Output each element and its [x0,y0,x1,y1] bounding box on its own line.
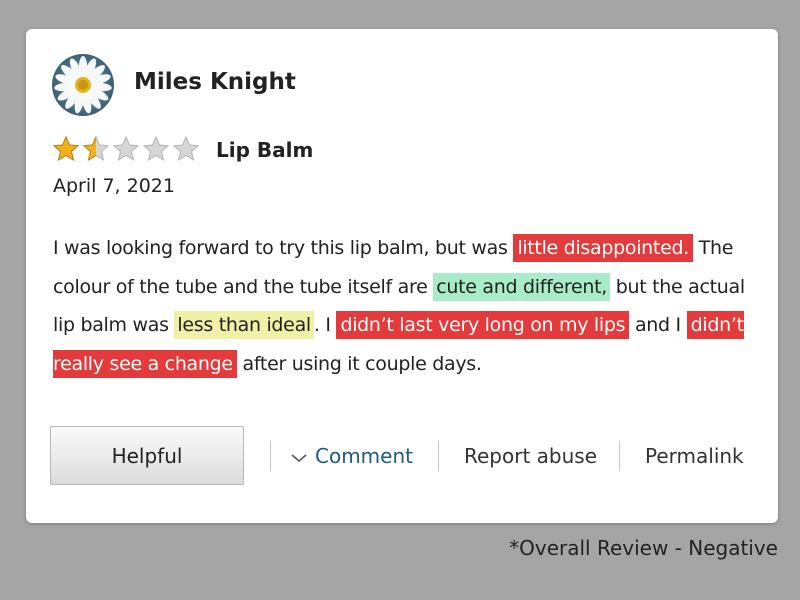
review-card: Miles Knight Lip Balm April 7, 2021 I wa… [26,29,778,523]
comment-label: Comment [315,444,413,468]
star-icon [112,135,140,162]
overall-review-note: *Overall Review - Negative [509,536,778,560]
chevron-down-icon [291,453,307,462]
review-date: April 7, 2021 [53,175,175,197]
review-text-segment: and I [629,314,687,336]
daisy-avatar-icon[interactable] [52,54,114,116]
review-text-segment: after using it couple days. [236,352,482,375]
divider [270,441,271,471]
negative-highlight: didn’t last very long on my lips [336,311,630,339]
star-icon [172,135,200,162]
star-icon [52,135,80,162]
product-name[interactable]: Lip Balm [216,138,313,162]
review-text-segment: . I [313,314,337,336]
permalink-link[interactable]: Permalink [645,441,744,471]
positive-highlight: cute and different, [433,272,610,301]
comment-link[interactable]: Comment [291,441,413,471]
star-icon [142,135,170,162]
review-text: I was looking forward to try this lip ba… [53,229,765,383]
divider [619,441,620,471]
neutral-highlight: less than ideal [174,311,314,339]
star-icon [82,135,110,162]
review-text-segment: I was looking forward to try this lip ba… [53,237,514,259]
divider [438,441,439,471]
negative-highlight: little disappointed. [513,234,693,262]
report-abuse-link[interactable]: Report abuse [464,441,597,471]
star-rating [52,135,200,163]
reviewer-name[interactable]: Miles Knight [134,69,296,95]
helpful-button[interactable]: Helpful [50,426,244,485]
